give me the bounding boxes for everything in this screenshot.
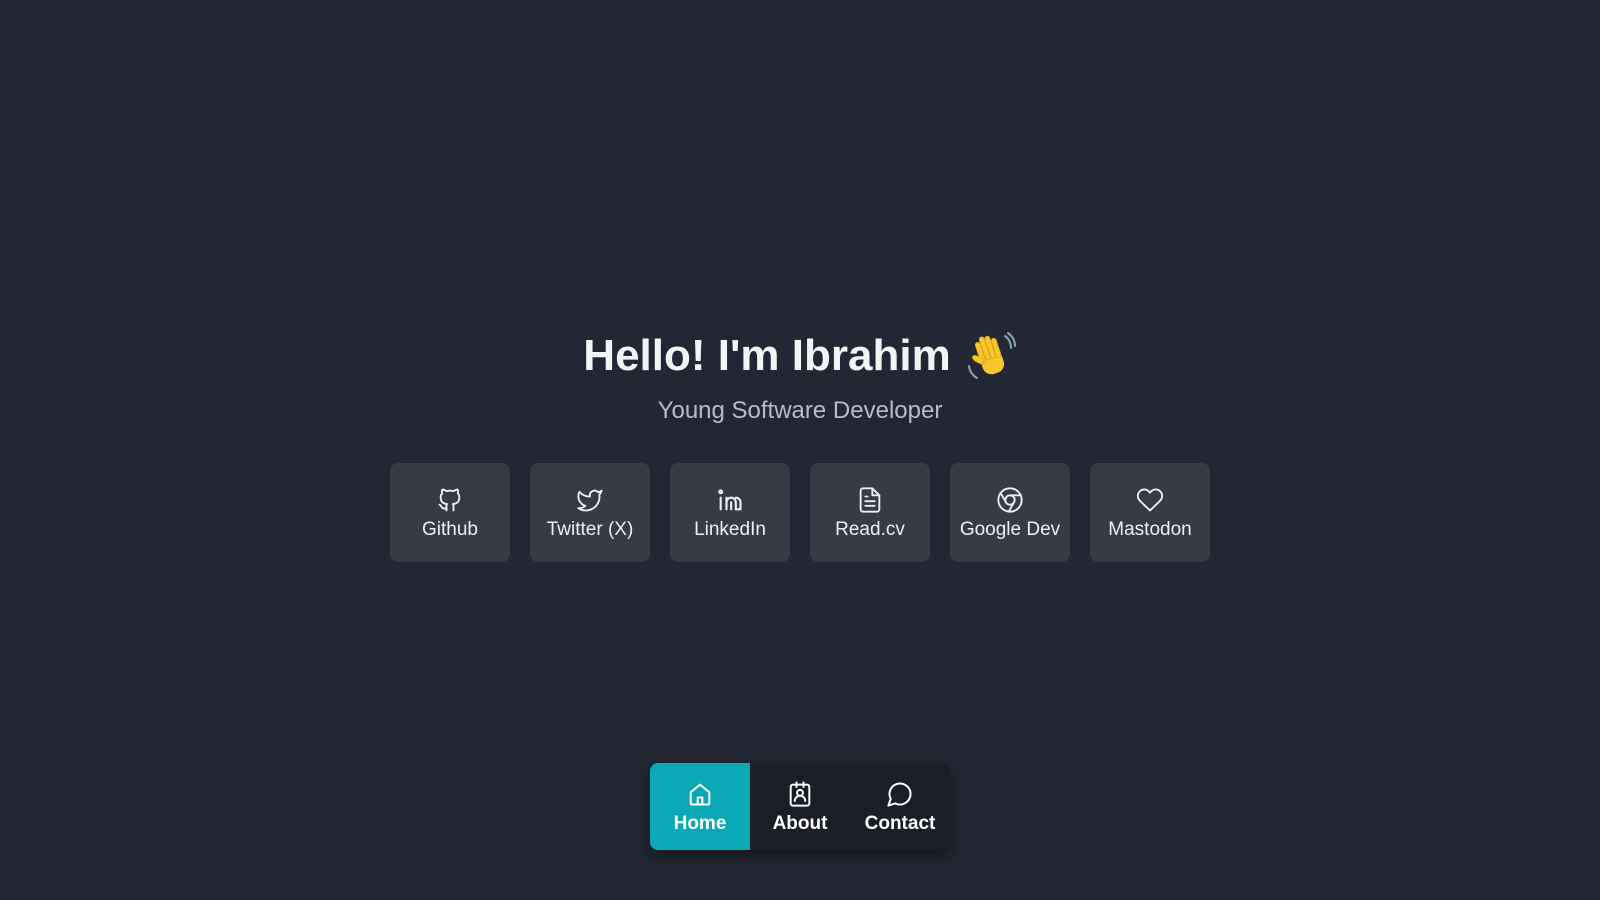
hero-section: Hello! I'm Ibrahim Young Software Develo… [0,328,1600,426]
github-icon [435,485,465,515]
page-title: Hello! I'm Ibrahim [583,328,1016,384]
contact-card-icon [785,779,815,809]
twitter-link[interactable]: Twitter (X) [530,463,650,562]
github-label: Github [422,519,478,540]
mastodon-label: Mastodon [1108,519,1192,540]
document-icon [855,485,885,515]
linkedin-link[interactable]: LinkedIn [670,463,790,562]
google-dev-label: Google Dev [959,519,1061,540]
nav-item-about[interactable]: About [750,763,850,850]
nav-item-contact[interactable]: Contact [850,763,950,850]
twitter-label: Twitter (X) [546,519,634,540]
headline-text: Hello! I'm Ibrahim [583,331,951,380]
readcv-link[interactable]: Read.cv [810,463,930,562]
mastodon-link[interactable]: Mastodon [1090,463,1210,562]
readcv-label: Read.cv [835,519,905,540]
chrome-icon [995,485,1025,515]
nav-item-home[interactable]: Home [650,763,750,850]
nav-label-about: About [772,812,828,834]
bottom-navigation: Home About Contact [650,763,950,850]
page: Hello! I'm Ibrahim Young Software Develo… [0,0,1600,900]
waving-hand-icon [965,330,1017,382]
github-link[interactable]: Github [390,463,510,562]
nav-label-home: Home [673,812,727,834]
google-dev-link[interactable]: Google Dev [950,463,1070,562]
chat-bubble-icon [885,779,915,809]
twitter-icon [575,485,605,515]
home-icon [685,779,715,809]
subtitle: Young Software Developer [657,397,943,424]
social-links: Github Twitter (X) LinkedIn Read.cv Goog… [390,463,1210,562]
heart-icon [1135,485,1165,515]
linkedin-label: LinkedIn [694,519,766,540]
nav-label-contact: Contact [864,812,936,834]
linkedin-icon [715,485,745,515]
